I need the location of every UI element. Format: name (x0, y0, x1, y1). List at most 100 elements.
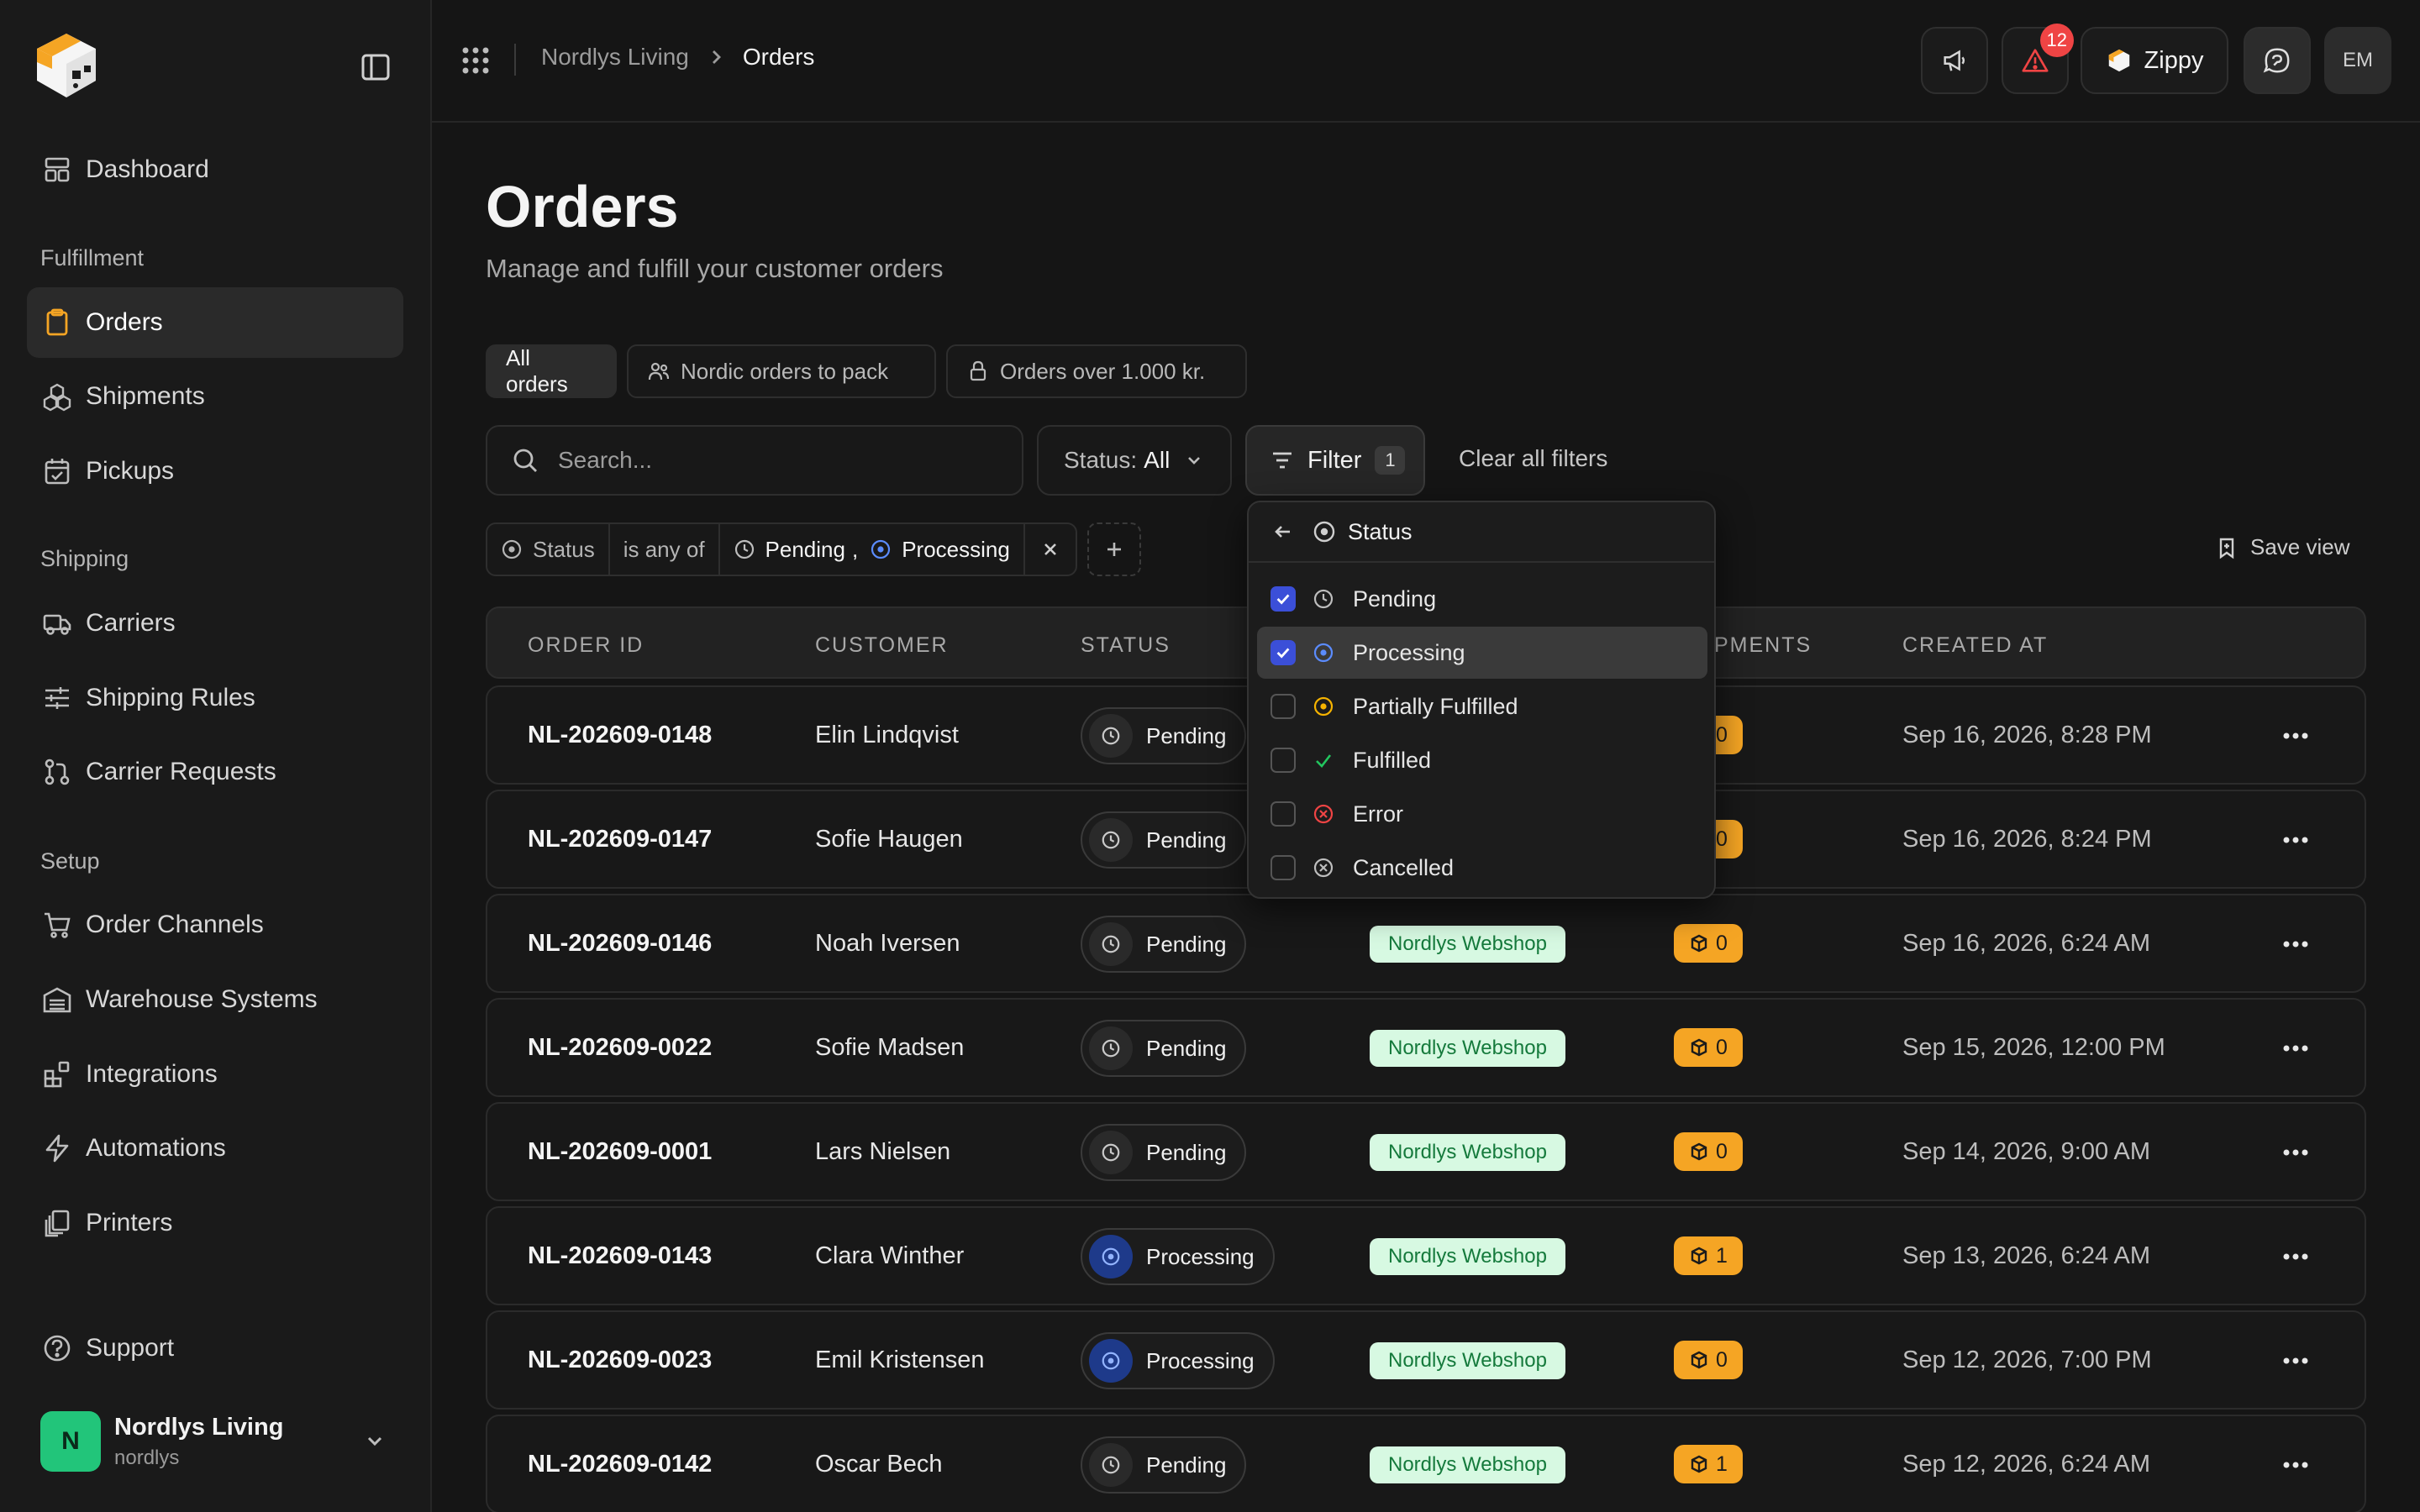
status-badge: Pending (1081, 811, 1247, 869)
status-option-fulfilled[interactable]: Fulfilled (1257, 734, 1707, 786)
sidebar-item-carrier-requests[interactable]: Carrier Requests (27, 737, 403, 807)
sidebar-item-orders[interactable]: Orders (27, 287, 403, 358)
sidebar-item-label: Support (86, 1334, 175, 1362)
view-tab-orders-over[interactable]: Orders over 1.000 kr. (946, 344, 1247, 398)
alerts-button[interactable]: 12 (2002, 24, 2074, 94)
sidebar-item-order-channels[interactable]: Order Channels (27, 890, 403, 960)
checkbox[interactable] (1270, 748, 1296, 773)
table-row[interactable]: NL-202609-0143 Clara Winther Processing Nor… (486, 1206, 2366, 1305)
chip-values[interactable]: Pending , Processing (720, 524, 1025, 575)
status-option-cancelled[interactable]: Cancelled (1257, 842, 1707, 894)
sidebar-item-dashboard[interactable]: Dashboard (27, 134, 403, 205)
announcements-button[interactable] (1921, 27, 1988, 94)
sidebar-item-label: Carrier Requests (86, 758, 276, 785)
filter-count-badge: 1 (1375, 446, 1406, 475)
status-option-pending[interactable]: Pending (1257, 573, 1707, 625)
table-row[interactable]: NL-202609-0001 Lars Nielsen Pending Nordlys… (486, 1102, 2366, 1201)
order-id[interactable]: NL-202609-0022 (528, 1000, 712, 1095)
sidebar-item-carriers[interactable]: Carriers (27, 588, 403, 659)
zippy-logo[interactable] (29, 27, 104, 102)
checkbox[interactable] (1270, 640, 1296, 665)
checkbox[interactable] (1270, 855, 1296, 880)
status-badge: Processing (1081, 1228, 1275, 1285)
lightning-icon (42, 1133, 72, 1163)
more-actions-icon[interactable] (2279, 1137, 2312, 1168)
sidebar-item-support[interactable]: Support (27, 1313, 403, 1383)
sidebar-item-integrations[interactable]: Integrations (27, 1039, 403, 1110)
order-id[interactable]: NL-202609-0142 (528, 1416, 712, 1512)
save-view-button[interactable]: Save view (2215, 534, 2350, 560)
apps-grid-icon[interactable] (459, 44, 492, 77)
created-at: Sep 16, 2026, 8:24 PM (1902, 825, 2152, 853)
processing-circle-icon (1089, 1339, 1133, 1383)
breadcrumb-org[interactable]: Nordlys Living (541, 44, 689, 71)
filter-button[interactable]: Filter 1 (1245, 425, 1425, 496)
sidebar-item-shipping-rules[interactable]: Shipping Rules (27, 663, 403, 733)
channel-badge: Nordlys Webshop (1370, 1030, 1565, 1067)
order-id[interactable]: NL-202609-0146 (528, 895, 712, 991)
status-option-processing[interactable]: Processing (1257, 627, 1707, 679)
add-filter-button[interactable] (1087, 522, 1141, 576)
more-actions-icon[interactable] (2279, 1033, 2312, 1063)
order-id[interactable]: NL-202609-0023 (528, 1312, 712, 1408)
status-circle-icon (501, 538, 523, 560)
status-label: Pending (1146, 1139, 1227, 1165)
filter-icon (1269, 447, 1296, 474)
channel-badge: Nordlys Webshop (1370, 1342, 1565, 1379)
table-row[interactable]: NL-202609-0146 Noah Iversen Pending Nordlys… (486, 894, 2366, 993)
sidebar-item-shipments[interactable]: Shipments (27, 361, 403, 432)
view-tab-nordic-orders[interactable]: Nordic orders to pack (627, 344, 936, 398)
table-row[interactable]: NL-202609-0023 Emil Kristensen Processing N… (486, 1310, 2366, 1410)
sidebar-toggle-icon[interactable] (358, 52, 393, 82)
status-label: Pending (1146, 827, 1227, 853)
sidebar-item-automations[interactable]: Automations (27, 1113, 403, 1184)
status-circle-icon (1313, 520, 1336, 543)
more-actions-icon[interactable] (2279, 721, 2312, 751)
user-avatar[interactable]: EM (2324, 27, 2391, 94)
checkbox[interactable] (1270, 801, 1296, 827)
table-row[interactable]: NL-202609-0142 Oscar Bech Pending Nordlys W… (486, 1415, 2366, 1512)
more-actions-icon[interactable] (2279, 1450, 2312, 1480)
search-icon (511, 446, 539, 475)
checkbox[interactable] (1270, 694, 1296, 719)
order-id[interactable]: NL-202609-0148 (528, 687, 712, 783)
chip-field[interactable]: Status (487, 524, 610, 575)
status-option-label: Pending (1353, 585, 1437, 612)
column-header-shipments[interactable]: PMENTS (1714, 633, 1812, 658)
more-actions-icon[interactable] (2279, 825, 2312, 855)
column-header-customer[interactable]: CUSTOMER (815, 633, 949, 658)
view-tab-all-orders[interactable]: All orders (486, 344, 617, 398)
status-select[interactable]: Status: All (1037, 425, 1232, 496)
customer-name: Sofie Madsen (815, 1033, 965, 1061)
clear-filters-button[interactable]: Clear all filters (1459, 445, 1607, 472)
order-id[interactable]: NL-202609-0147 (528, 791, 712, 887)
search-input[interactable] (558, 447, 995, 474)
sidebar-item-label: Shipping Rules (86, 684, 255, 711)
org-switcher[interactable]: N Nordlys Living nordlys (27, 1404, 403, 1478)
channel-badge: Nordlys Webshop (1370, 1134, 1565, 1171)
column-header-status[interactable]: STATUS (1081, 633, 1171, 658)
shipments-badge: 0 (1674, 1341, 1743, 1379)
sidebar-item-label: Warehouse Systems (86, 985, 318, 1013)
chat-button[interactable] (2244, 27, 2311, 94)
sidebar-item-label: Dashboard (86, 155, 209, 183)
chip-remove-button[interactable] (1025, 524, 1076, 575)
more-actions-icon[interactable] (2279, 1346, 2312, 1376)
order-id[interactable]: NL-202609-0001 (528, 1104, 712, 1200)
more-actions-icon[interactable] (2279, 929, 2312, 959)
status-option-error[interactable]: Error (1257, 788, 1707, 840)
search-field[interactable] (486, 425, 1023, 496)
arrow-left-icon[interactable] (1272, 521, 1294, 543)
more-actions-icon[interactable] (2279, 1242, 2312, 1272)
order-id[interactable]: NL-202609-0143 (528, 1208, 712, 1304)
sidebar-item-warehouse-systems[interactable]: Warehouse Systems (27, 964, 403, 1035)
zippy-assistant-button[interactable]: Zippy (2081, 27, 2228, 94)
checkbox[interactable] (1270, 586, 1296, 612)
column-header-created-at[interactable]: CREATED AT (1902, 633, 2048, 658)
column-header-order-id[interactable]: ORDER ID (528, 633, 644, 658)
chip-operator[interactable]: is any of (610, 524, 720, 575)
table-row[interactable]: NL-202609-0022 Sofie Madsen Pending Nordlys… (486, 998, 2366, 1097)
status-option-partially-fulfilled[interactable]: Partially Fulfilled (1257, 680, 1707, 732)
sidebar-item-printers[interactable]: Printers (27, 1188, 403, 1258)
sidebar-item-pickups[interactable]: Pickups (27, 436, 403, 507)
